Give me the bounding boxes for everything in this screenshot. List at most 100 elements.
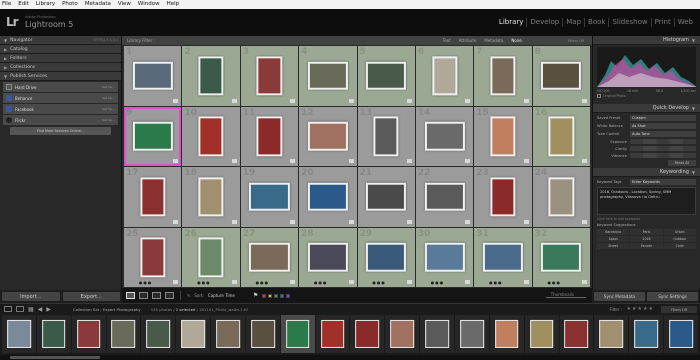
rating-dots[interactable]: ●●● bbox=[489, 280, 502, 285]
main-window-icon[interactable] bbox=[4, 306, 12, 312]
spray-can-icon[interactable]: ✎ bbox=[187, 293, 190, 298]
thumbnail-image[interactable] bbox=[366, 61, 407, 91]
filter-option-metadata[interactable]: Metadata bbox=[484, 38, 503, 43]
filmstrip-thumbnail[interactable] bbox=[250, 319, 275, 349]
color-label-chip[interactable] bbox=[268, 293, 273, 298]
export-button[interactable]: Export... bbox=[62, 292, 120, 301]
rating-dots[interactable]: ●●● bbox=[139, 280, 152, 285]
color-label-chip[interactable] bbox=[262, 293, 267, 298]
thumbnail-image[interactable] bbox=[140, 177, 166, 217]
thumbnail-image[interactable] bbox=[548, 116, 574, 156]
compare-view-icon[interactable] bbox=[152, 292, 161, 299]
grid-cell[interactable]: 16 bbox=[532, 106, 590, 166]
panel-header-folders[interactable]: ▶ Folders bbox=[0, 54, 121, 63]
filmstrip-thumbnail[interactable] bbox=[599, 319, 624, 349]
grid-cell[interactable]: 24 bbox=[532, 167, 590, 227]
grid-cell[interactable]: 11 bbox=[240, 106, 299, 166]
filmstrip-scroll-thumb[interactable] bbox=[10, 356, 100, 359]
collapse-triangle-icon[interactable]: ▼ bbox=[4, 38, 7, 43]
panel-header-collections[interactable]: ▶ Collections bbox=[0, 63, 121, 72]
grid-cell[interactable]: 1 bbox=[124, 46, 182, 106]
grid-cell[interactable]: 29 ●●● bbox=[357, 227, 415, 287]
filmstrip-frame[interactable] bbox=[524, 315, 559, 353]
grid-icon[interactable]: ▦ bbox=[28, 306, 34, 313]
filmstrip-thumbnail[interactable] bbox=[390, 319, 415, 349]
keywording-header[interactable]: Keywording ▼ bbox=[593, 168, 700, 177]
find-more-services-button[interactable]: Find More Services Online... bbox=[10, 127, 111, 135]
filmstrip-frame[interactable] bbox=[280, 315, 315, 353]
filmstrip-thumbnail[interactable] bbox=[320, 319, 345, 349]
filmstrip-thumbnail[interactable] bbox=[669, 319, 693, 349]
color-label-chip[interactable] bbox=[274, 293, 279, 298]
publish-service-facebook[interactable]: Facebook Set Up... bbox=[3, 104, 118, 114]
grid-cell[interactable]: 6 bbox=[415, 46, 474, 106]
rating-dots[interactable]: ●●● bbox=[197, 280, 210, 285]
sync-settings-button[interactable]: Sync Settings bbox=[647, 292, 698, 301]
filmstrip-frame[interactable] bbox=[454, 315, 489, 353]
grid-cell[interactable]: 12 bbox=[299, 106, 357, 166]
filmstrip-source[interactable]: Collection Set : Expert Photography bbox=[73, 307, 141, 312]
publish-service-behance[interactable]: Behance Set Up... bbox=[3, 93, 118, 103]
rating-dots[interactable]: ●●● bbox=[548, 280, 561, 285]
thumbnail-image[interactable] bbox=[198, 237, 224, 277]
filter-option-none[interactable]: None bbox=[511, 38, 521, 43]
keyword-suggestion[interactable]: Paris bbox=[630, 229, 663, 235]
grid-cell[interactable]: 5 bbox=[357, 46, 415, 106]
filmstrip-thumbnail[interactable] bbox=[181, 319, 205, 349]
quick-develop-vibrance-buttons[interactable] bbox=[630, 153, 696, 158]
filter-option-text[interactable]: Text bbox=[443, 38, 451, 43]
reset-all-button[interactable]: Reset All bbox=[668, 160, 696, 166]
quick-develop-header[interactable]: Quick Develop ▼ bbox=[593, 104, 700, 113]
original-photo-toggle[interactable]: Original Photo bbox=[597, 94, 696, 98]
import-button[interactable]: Import... bbox=[2, 292, 60, 301]
rating-dots[interactable]: ●●● bbox=[256, 280, 269, 285]
grid-cell[interactable]: 30 ●●● bbox=[415, 227, 474, 287]
grid-cell[interactable]: 15 bbox=[474, 106, 532, 166]
thumbnail-image[interactable] bbox=[307, 242, 348, 272]
filmstrip-thumbnail[interactable] bbox=[7, 319, 31, 349]
grid-cell[interactable]: 21 bbox=[357, 167, 415, 227]
grid-view-icon[interactable] bbox=[126, 292, 135, 299]
histogram-header[interactable]: Histogram ▼ bbox=[593, 36, 700, 45]
menu-item-photo[interactable]: Photo bbox=[62, 0, 78, 9]
module-tab-slideshow[interactable]: Slideshow bbox=[608, 18, 650, 27]
thumbnail-image[interactable] bbox=[424, 182, 465, 212]
grid-cell[interactable]: 14 bbox=[415, 106, 474, 166]
menu-item-metadata[interactable]: Metadata bbox=[85, 0, 111, 9]
thumbnail-image[interactable] bbox=[366, 242, 407, 272]
filmstrip-thumbnail[interactable] bbox=[634, 319, 658, 349]
loupe-view-icon[interactable] bbox=[139, 292, 148, 299]
thumbnail-image[interactable] bbox=[256, 56, 283, 96]
thumbnail-image[interactable] bbox=[307, 121, 348, 151]
forward-arrow-icon[interactable]: ▶ bbox=[46, 306, 51, 313]
grid-cell[interactable]: 19 bbox=[240, 167, 299, 227]
panel-header-catalog[interactable]: ▶ Catalog bbox=[0, 45, 121, 54]
navigator-zoom-options[interactable]: FIT FILL 1:1 3:1 bbox=[94, 38, 118, 42]
collapse-triangle-icon[interactable]: ▼ bbox=[692, 106, 695, 111]
thumbnail-image[interactable] bbox=[490, 56, 516, 96]
rating-dots[interactable]: ●●● bbox=[372, 280, 385, 285]
flag-icon[interactable]: ⚑ bbox=[253, 292, 258, 299]
thumbnail-image[interactable] bbox=[249, 242, 290, 272]
filmstrip-filters-off-dropdown[interactable]: Filters Off bbox=[661, 306, 697, 313]
rating-dots[interactable]: ●●● bbox=[314, 280, 327, 285]
keywords-textarea[interactable]: 2018, Outdoors - Location, Spring, SMM p… bbox=[597, 187, 696, 215]
keyword-suggestion[interactable]: Barcelona bbox=[597, 229, 630, 235]
thumbnail-image[interactable] bbox=[198, 177, 224, 217]
set-up-link[interactable]: Set Up... bbox=[102, 118, 115, 122]
grid-cell[interactable]: 13 bbox=[357, 106, 415, 166]
filter-option-attribute[interactable]: Attribute bbox=[459, 38, 477, 43]
quick-develop-exposure-buttons[interactable] bbox=[630, 139, 696, 144]
quick-develop-clarity-buttons[interactable] bbox=[630, 146, 696, 151]
thumbnail-image[interactable] bbox=[366, 182, 407, 212]
filmstrip-frame[interactable] bbox=[385, 315, 420, 353]
filmstrip-frame[interactable] bbox=[664, 315, 698, 353]
filmstrip-thumbnail[interactable] bbox=[216, 319, 240, 349]
keyword-suggestion[interactable]: Spain bbox=[597, 236, 630, 242]
module-tab-print[interactable]: Print bbox=[650, 18, 674, 27]
module-tab-develop[interactable]: Develop bbox=[526, 18, 562, 27]
menu-item-help[interactable]: Help bbox=[167, 0, 180, 9]
thumbnail-image[interactable] bbox=[249, 182, 290, 212]
collapse-triangle-icon[interactable]: ▶ bbox=[4, 56, 7, 61]
grid-cell[interactable]: 10 bbox=[182, 106, 240, 166]
